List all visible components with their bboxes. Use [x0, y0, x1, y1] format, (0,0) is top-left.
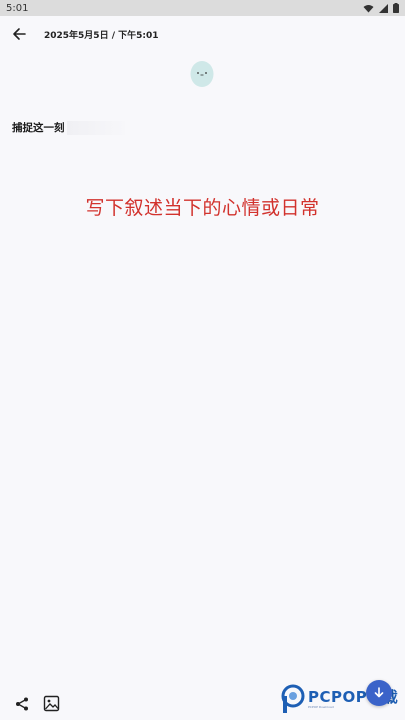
arrow-left-icon — [13, 28, 26, 40]
share-button[interactable] — [14, 696, 30, 712]
back-button[interactable] — [1, 16, 37, 52]
watermark-brand-name: PCPOP — [308, 688, 368, 706]
status-bar: 5:01 — [0, 0, 405, 16]
pcpop-logo-icon — [281, 684, 305, 713]
title-input[interactable] — [66, 120, 125, 135]
download-icon — [374, 687, 384, 698]
entry-body-placeholder[interactable]: 写下叙述当下的心情或日常 — [0, 193, 405, 220]
top-app-bar: 2025年5月5日 / 下午5:01 — [0, 16, 405, 52]
wifi-icon — [363, 4, 374, 12]
entry-title-row: 捕捉这一刻 — [12, 120, 125, 135]
signal-icon — [379, 3, 388, 13]
insert-image-button[interactable] — [43, 695, 60, 712]
entry-title-label[interactable]: 捕捉这一刻 — [12, 120, 65, 135]
status-time: 5:01 — [6, 2, 29, 14]
image-icon — [43, 695, 60, 712]
entry-date[interactable]: 2025年5月5日 / 下午5:01 — [44, 28, 159, 41]
status-icons — [363, 3, 399, 13]
battery-icon — [393, 3, 399, 13]
mood-selector[interactable] — [190, 60, 214, 88]
save-fab-button[interactable] — [366, 680, 392, 706]
share-icon — [16, 697, 28, 711]
watermark-subtitle: PCPOP Download — [308, 705, 334, 709]
face-icon — [190, 61, 214, 87]
